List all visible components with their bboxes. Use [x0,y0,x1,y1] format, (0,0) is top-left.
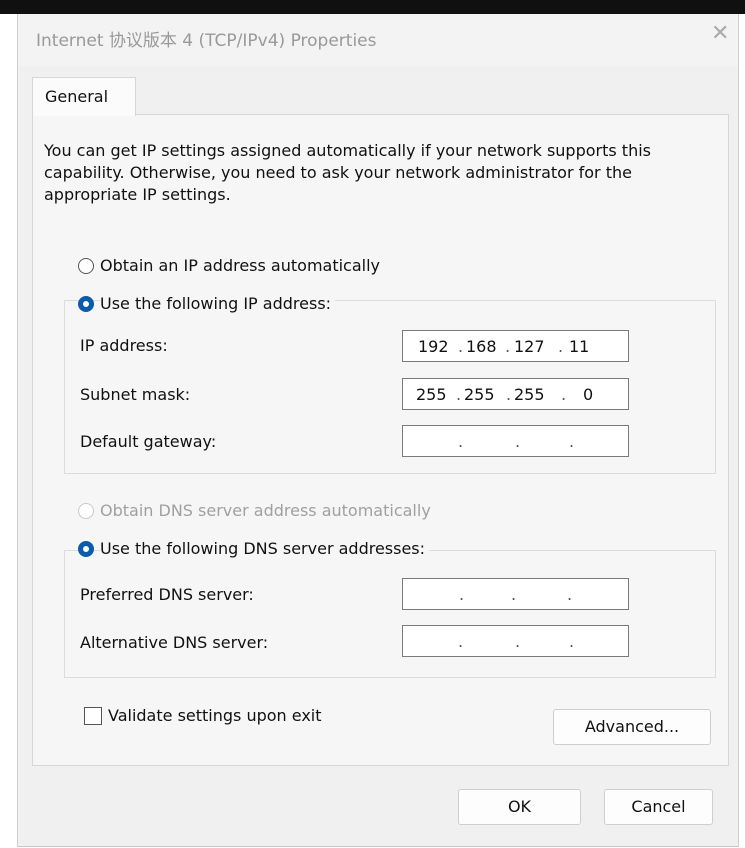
adns-dot-2: . [515,632,521,651]
obtain-ip-auto-radio[interactable] [78,258,94,274]
obtain-dns-auto-radio[interactable] [78,503,94,519]
mask-dot-2: . [506,385,512,404]
ip-octet-3: 127 [514,337,545,356]
alternative-dns-field[interactable]: . . . [402,625,629,657]
mask-octet-1: 255 [416,385,447,404]
dns-settings-group [64,550,716,678]
adns-dot-3: . [569,632,575,651]
validate-checkbox[interactable] [84,707,102,725]
ip-address-label: IP address: [80,336,168,355]
top-edge-bar [0,0,745,14]
preferred-dns-field[interactable]: . . . [402,578,629,610]
use-following-dns-radio[interactable] [78,541,94,557]
gw-dot-3: . [569,432,575,451]
description-text: You can get IP settings assigned automat… [44,141,651,204]
use-following-ip-radio[interactable] [78,296,94,312]
use-following-dns-label[interactable]: Use the following DNS server addresses: [100,539,430,558]
ip-dot-1: . [458,337,464,356]
ip-octet-2: 168 [466,337,497,356]
properties-dialog: Internet 协议版本 4 (TCP/IPv4) Properties ✕ … [17,14,739,847]
gw-dot-2: . [515,432,521,451]
mask-octet-2: 255 [464,385,495,404]
cancel-button[interactable]: Cancel [604,789,713,825]
pdns-dot-3: . [567,585,573,604]
obtain-dns-auto-label[interactable]: Obtain DNS server address automatically [100,501,431,520]
ip-dot-3: . [558,337,564,356]
ok-button[interactable]: OK [458,789,581,825]
close-icon[interactable]: ✕ [711,23,729,45]
mask-dot-3: . [561,385,567,404]
ip-dot-2: . [505,337,511,356]
subnet-mask-field[interactable]: 255 . 255 . 255 . 0 [402,378,629,410]
preferred-dns-label: Preferred DNS server: [80,585,254,604]
tab-general-label: General [45,87,109,106]
mask-octet-3: 255 [514,385,545,404]
tab-general[interactable]: General [32,77,136,116]
title-bar: Internet 协议版本 4 (TCP/IPv4) Properties ✕ [18,14,738,66]
validate-label[interactable]: Validate settings upon exit [108,706,322,725]
ip-octet-4: 11 [569,337,590,356]
mask-octet-4: 0 [583,385,594,404]
alternative-dns-label: Alternative DNS server: [80,633,269,652]
ip-octet-1: 192 [418,337,449,356]
pdns-dot-2: . [511,585,517,604]
gw-dot-1: . [458,432,464,451]
default-gateway-label: Default gateway: [80,432,217,451]
window-title: Internet 协议版本 4 (TCP/IPv4) Properties [36,31,377,51]
obtain-ip-auto-label[interactable]: Obtain an IP address automatically [100,256,380,275]
ip-address-field[interactable]: 192 . 168 . 127 . 11 [402,330,629,362]
adns-dot-1: . [458,632,464,651]
advanced-button[interactable]: Advanced... [553,709,711,745]
use-following-ip-label[interactable]: Use the following IP address: [100,294,336,313]
subnet-mask-label: Subnet mask: [80,385,191,404]
mask-dot-1: . [456,385,462,404]
default-gateway-field[interactable]: . . . [402,425,629,457]
pdns-dot-1: . [459,585,465,604]
